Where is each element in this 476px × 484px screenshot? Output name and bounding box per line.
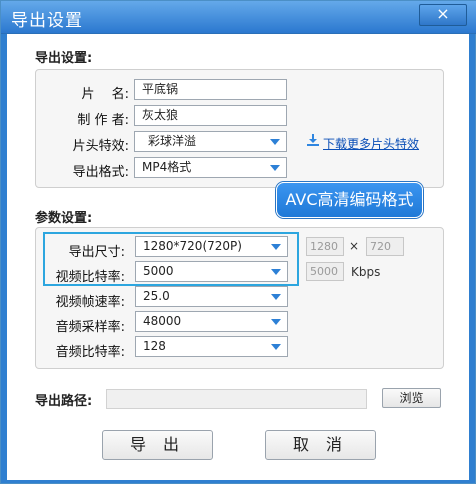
video-bitrate-label: 视频比特率: <box>55 270 125 285</box>
size-value: 1280*720(720P) <box>143 239 242 253</box>
name-input[interactable]: 平底锅 <box>134 79 287 100</box>
export-button[interactable]: 导 出 <box>102 430 213 460</box>
export-settings-window: 导出设置 × 导出设置: 片 名: 平底锅 制 作 者: 灰太狼 片头特效: 彩… <box>0 0 476 484</box>
video-bitrate-input: 5000 <box>306 262 344 281</box>
export-path-label: 导出路径: <box>35 394 93 409</box>
size-label: 导出尺寸: <box>68 245 125 260</box>
intro-effect-value: 彩球洋溢 <box>148 134 197 148</box>
export-path-input[interactable] <box>106 389 367 409</box>
width-input: 1280 <box>306 237 344 256</box>
video-bitrate-select[interactable]: 5000 <box>135 261 288 282</box>
fps-label: 视频帧速率: <box>55 295 125 310</box>
cancel-button[interactable]: 取 消 <box>265 430 376 460</box>
audio-bitrate-value: 128 <box>143 339 166 353</box>
intro-effect-label: 片头特效: <box>72 139 129 154</box>
fps-select[interactable]: 25.0 <box>135 286 288 307</box>
format-value: MP4格式 <box>142 160 192 174</box>
sample-rate-value: 48000 <box>143 314 182 328</box>
browse-button[interactable]: 浏览 <box>382 388 441 408</box>
author-input[interactable]: 灰太狼 <box>134 105 287 126</box>
author-label: 制 作 者: <box>77 113 129 128</box>
close-button[interactable]: × <box>419 4 467 26</box>
download-icon[interactable] <box>306 133 320 147</box>
audio-bitrate-label: 音频比特率: <box>55 345 125 360</box>
chevron-down-icon <box>271 344 281 350</box>
kbps-label: Kbps <box>351 265 381 279</box>
format-select[interactable]: MP4格式 <box>134 157 287 178</box>
params-heading: 参数设置: <box>35 211 93 226</box>
sample-rate-label: 音频采样率: <box>55 320 125 335</box>
intro-effect-select[interactable]: 彩球洋溢 <box>134 131 287 152</box>
chevron-down-icon <box>270 165 280 171</box>
chevron-down-icon <box>271 319 281 325</box>
name-label: 片 名: <box>81 87 129 102</box>
format-tooltip: AVC高清编码格式 <box>276 182 423 218</box>
chevron-down-icon <box>271 244 281 250</box>
download-more-effects-link[interactable]: 下载更多片头特效 <box>323 135 419 152</box>
video-bitrate-value: 5000 <box>143 264 174 278</box>
fps-value: 25.0 <box>143 289 170 303</box>
times-symbol: × <box>349 239 360 253</box>
format-label: 导出格式: <box>72 165 129 180</box>
audio-bitrate-select[interactable]: 128 <box>135 336 288 357</box>
title-bar: 导出设置 × <box>1 1 476 34</box>
chevron-down-icon <box>270 139 280 145</box>
sample-rate-select[interactable]: 48000 <box>135 311 288 332</box>
chevron-down-icon <box>271 294 281 300</box>
height-input: 720 <box>366 237 404 256</box>
chevron-down-icon <box>271 269 281 275</box>
window-title: 导出设置 <box>11 11 83 31</box>
export-settings-heading: 导出设置: <box>35 51 93 66</box>
size-select[interactable]: 1280*720(720P) <box>135 236 288 257</box>
